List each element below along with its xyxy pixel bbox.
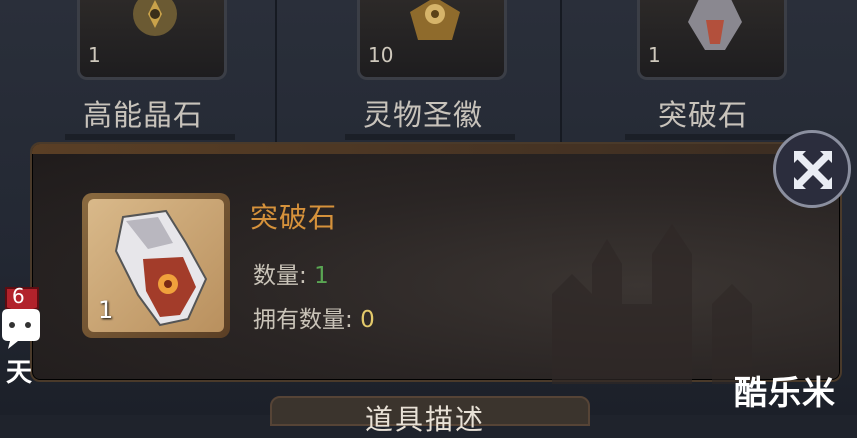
slot-count: 1 (88, 43, 101, 67)
close-button[interactable] (773, 130, 851, 208)
inventory-slot-high-energy-crystal[interactable]: 1 高能晶石 (65, 0, 235, 140)
slot-frame: 10 (357, 0, 507, 80)
slot-label: 高能晶石 (82, 98, 203, 132)
high-energy-crystal-icon (133, 0, 177, 36)
owned-quantity-label: 拥有数量: (253, 307, 353, 333)
item-name-title: 突破石 (250, 201, 338, 234)
slot-frame: 1 (77, 0, 227, 80)
quantity-label: 数量: (253, 263, 307, 289)
chat-channel-label: 天 (6, 358, 33, 388)
inventory-slot-breakthrough-stone[interactable]: 1 突破石 (625, 0, 795, 140)
slot-count: 10 (368, 43, 394, 67)
column-divider (275, 0, 277, 150)
spirit-emblem-icon (410, 0, 460, 40)
item-description-title: 道具描述 (365, 403, 486, 436)
slot-underline (65, 134, 235, 140)
slot-underline (345, 134, 515, 140)
breakthrough-stone-icon (688, 0, 742, 50)
slot-frame: 1 (637, 0, 787, 80)
item-icon-background: 1 (88, 199, 224, 332)
owned-quantity-value: 0 (360, 307, 375, 333)
chat-bubble-icon[interactable] (0, 305, 42, 351)
slot-label: 突破石 (657, 98, 748, 132)
inventory-slot-spirit-emblem[interactable]: 10 灵物圣徽 (345, 0, 515, 140)
close-x-icon (794, 151, 832, 189)
watermark: 酷乐米 (734, 373, 836, 412)
slot-count: 1 (648, 43, 661, 67)
owned-quantity-row: 拥有数量: 0 (253, 300, 375, 334)
slot-underline (625, 134, 795, 140)
quantity-value: 1 (314, 263, 329, 289)
column-divider (560, 0, 562, 150)
item-icon-count: 1 (98, 296, 114, 324)
item-icon-frame: 1 (82, 193, 230, 338)
slot-label: 灵物圣徽 (362, 98, 483, 132)
quantity-row: 数量: 1 (253, 256, 329, 290)
